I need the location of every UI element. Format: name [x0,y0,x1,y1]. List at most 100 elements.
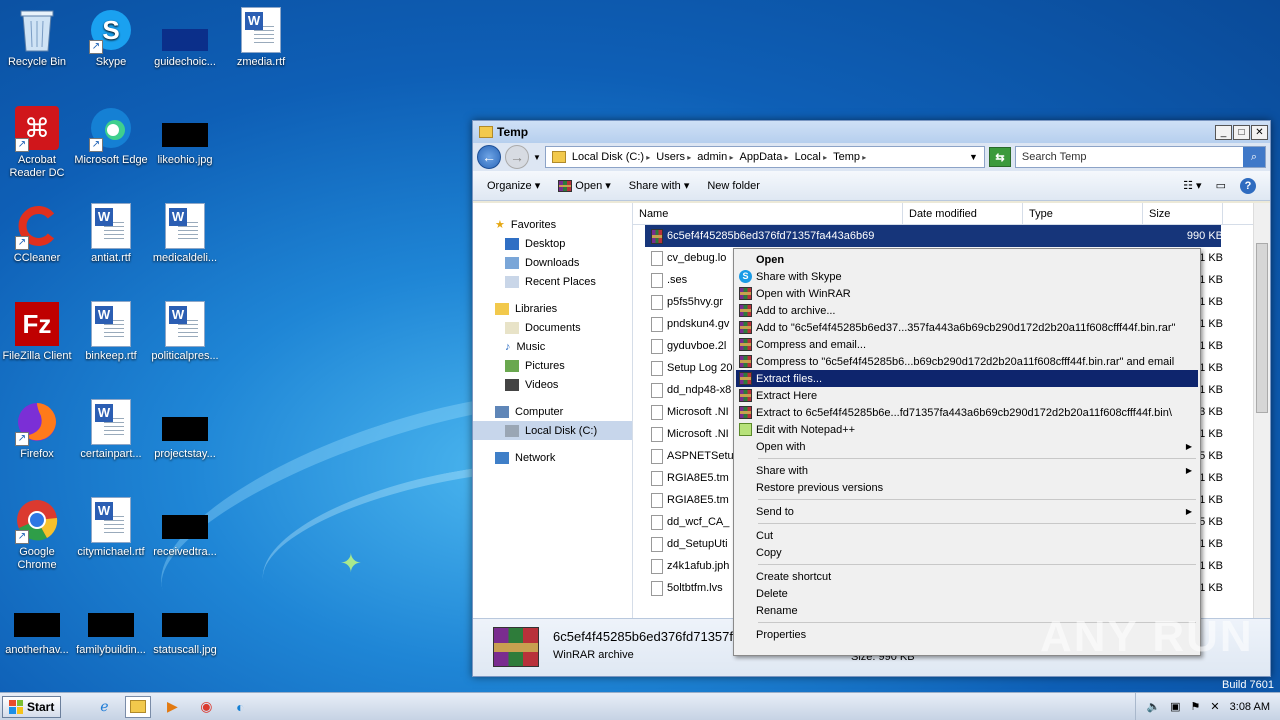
desktop-icon-firefox[interactable]: ↗ Firefox [0,398,74,461]
taskbar-media-player-icon[interactable]: ▶ [159,696,185,718]
breadcrumb-local-disk[interactable]: Local Disk (C:) [572,151,650,163]
column-type[interactable]: Type [1023,203,1143,224]
volume-icon[interactable]: 🔈 [1146,700,1160,713]
menu-extract-to-folder[interactable]: Extract to 6c5ef4f45285b6e...fd71357fa44… [736,404,1198,421]
desktop-icon-medicaldeli[interactable]: W medicaldeli... [148,202,222,265]
desktop-icon-receivedtra[interactable]: receivedtra... [148,496,222,559]
breadcrumb-admin[interactable]: admin [697,151,733,163]
address-bar[interactable]: Local Disk (C:) Users admin AppData Loca… [544,146,985,168]
menu-edit-with-notepadpp[interactable]: Edit with Notepad++ [736,421,1198,438]
organize-button[interactable]: Organize ▾ [487,179,540,192]
recent-pages-dropdown-icon[interactable]: ▼ [533,153,541,162]
preview-pane-icon[interactable]: ▭ [1216,179,1226,192]
desktop-icon-acrobat[interactable]: ⌘ ↗ Acrobat Reader DC [0,104,74,180]
desktop-icon-politicalpres[interactable]: W politicalpres... [148,300,222,363]
clock[interactable]: 3:08 AM [1230,701,1270,713]
nav-libraries[interactable]: Libraries [473,299,632,318]
nav-desktop[interactable]: Desktop [473,234,632,253]
open-button[interactable]: Open ▾ [558,179,611,193]
menu-compress-to-rar-and-email[interactable]: Compress to "6c5ef4f45285b6...b69cb290d1… [736,353,1198,370]
desktop-icon-projectstay[interactable]: projectstay... [148,398,222,461]
desktop-icon-skype[interactable]: S ↗ Skype [74,6,148,69]
menu-restore-previous-versions[interactable]: Restore previous versions [736,479,1198,496]
menu-compress-and-email[interactable]: Compress and email... [736,336,1198,353]
nav-local-disk[interactable]: Local Disk (C:) [473,421,632,440]
search-input[interactable]: Search Temp ⌕ [1014,146,1266,168]
menu-open-with-winrar[interactable]: Open with WinRAR [736,285,1198,302]
breadcrumb-users[interactable]: Users [656,151,691,163]
menu-share-with-skype[interactable]: S Share with Skype [736,268,1198,285]
refresh-icon[interactable]: ⇆ [988,147,1011,167]
menu-share-with[interactable]: Share with ▶ [736,462,1198,479]
search-placeholder: Search Temp [1021,151,1087,163]
file-row[interactable]: 6c5ef4f45285b6ed376fd71357fa443a6b69 990 … [645,225,1223,247]
menu-open[interactable]: Open [736,251,1198,268]
nav-music[interactable]: ♪ Music [473,337,632,356]
taskbar-edge-icon[interactable]: ◐ [227,696,253,718]
nav-documents[interactable]: Documents [473,318,632,337]
nav-downloads[interactable]: Downloads [473,253,632,272]
start-button[interactable]: Start [2,695,62,718]
menu-send-to[interactable]: Send to ▶ [736,503,1198,520]
network-tray-icon[interactable]: ▣ [1170,700,1180,713]
desktop-icon-recycle-bin[interactable]: Recycle Bin [0,6,74,69]
file-icon [651,536,663,552]
desktop-icon-chrome[interactable]: ↗ Google Chrome [0,496,74,572]
menu-add-to-archive[interactable]: Add to archive... [736,302,1198,319]
breadcrumb-local[interactable]: Local [795,151,828,163]
nav-pictures[interactable]: Pictures [473,356,632,375]
menu-create-shortcut[interactable]: Create shortcut [736,568,1198,585]
desktop-icon-zmedia[interactable]: W zmedia.rtf [224,6,298,69]
taskbar-explorer-icon[interactable] [125,695,152,718]
search-icon[interactable]: ⌕ [1243,147,1265,167]
desktop-icon-likeohio[interactable]: likeohio.jpg [148,104,222,167]
nav-network[interactable]: Network [473,448,632,467]
desktop-icon-antiat[interactable]: W antiat.rtf [74,202,148,265]
desktop-icon-ccleaner[interactable]: ↗ CCleaner [0,202,74,265]
desktop-icon-certainpart[interactable]: W certainpart... [74,398,148,461]
column-name[interactable]: Name [633,203,903,224]
breadcrumb-appdata[interactable]: AppData [740,151,789,163]
menu-extract-here[interactable]: Extract Here [736,387,1198,404]
desktop-icon-label: certainpart... [80,448,142,460]
nav-recent-places[interactable]: Recent Places [473,272,632,291]
help-icon[interactable]: ? [1240,177,1256,194]
close-button[interactable]: ✕ [1251,124,1268,140]
share-with-button[interactable]: Share with ▾ [629,179,690,192]
desktop-icon-familybuildin[interactable]: familybuildin... [74,594,148,657]
column-date-modified[interactable]: Date modified [903,203,1023,224]
column-size[interactable]: Size [1143,203,1223,224]
nav-computer[interactable]: Computer [473,402,632,421]
taskbar-ie-icon[interactable]: ℯ [91,696,117,718]
menu-delete[interactable]: Delete [736,585,1198,602]
window-titlebar[interactable]: Temp _ □ ✕ [473,121,1270,143]
nav-videos[interactable]: Videos [473,375,632,394]
desktop-icon-filezilla[interactable]: Fz FileZilla Client [0,300,74,363]
maximize-button[interactable]: □ [1233,124,1250,140]
menu-extract-files[interactable]: Extract files... [736,370,1198,387]
vertical-scrollbar[interactable] [1253,203,1270,618]
desktop-icon-binkeep[interactable]: W binkeep.rtf [74,300,148,363]
volume-mute-icon[interactable]: ✕ [1210,700,1219,713]
desktop-icon-statuscall[interactable]: statuscall.jpg [148,594,222,657]
scrollbar-thumb[interactable] [1256,243,1268,413]
desktop-icon-edge[interactable]: ↗ Microsoft Edge [74,104,148,167]
back-button[interactable]: ← [477,145,501,169]
desktop-icon-anotherhav[interactable]: anotherhav... [0,594,74,657]
desktop-icon-guidechoic[interactable]: guidechoic... [148,6,222,69]
forward-button[interactable]: → [505,145,529,169]
action-center-flag-icon[interactable]: ⚑ [1191,700,1201,713]
menu-cut[interactable]: Cut [736,527,1198,544]
new-folder-button[interactable]: New folder [707,180,760,192]
taskbar-chrome-icon[interactable]: ◉ [193,696,219,718]
address-dropdown-icon[interactable]: ▼ [969,152,978,162]
nav-favorites[interactable]: ★ Favorites [473,215,632,234]
desktop-icon-citymichael[interactable]: W citymichael.rtf [74,496,148,559]
minimize-button[interactable]: _ [1215,124,1232,140]
menu-copy[interactable]: Copy [736,544,1198,561]
breadcrumb-temp[interactable]: Temp [833,151,866,163]
word-document-icon: W [87,300,135,348]
menu-open-with[interactable]: Open with ▶ [736,438,1198,455]
view-options-icon[interactable]: ☷ ▾ [1183,179,1201,192]
menu-add-to-named-rar[interactable]: Add to "6c5ef4f45285b6ed37...357fa443a6b… [736,319,1198,336]
